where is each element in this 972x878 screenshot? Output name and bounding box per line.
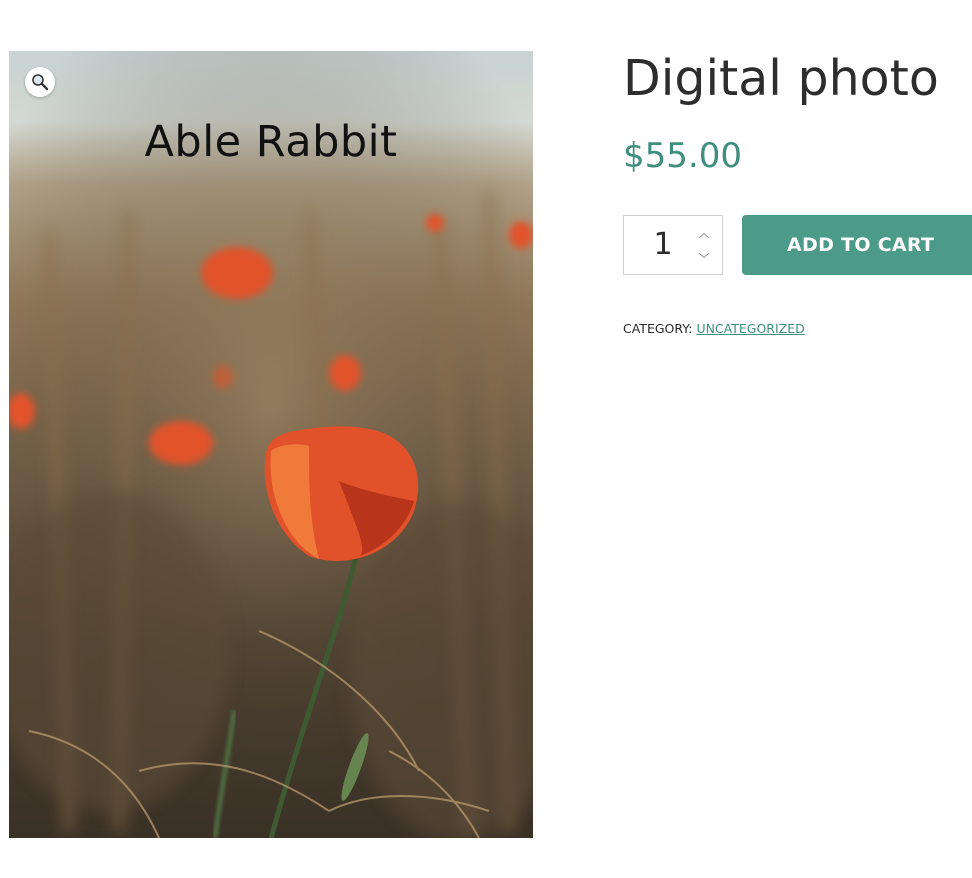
add-to-cart-form: ADD TO CART: [623, 215, 972, 275]
quantity-decrease-button[interactable]: [696, 248, 712, 262]
category-link[interactable]: UNCATEGORIZED: [696, 321, 804, 336]
product-image[interactable]: Able Rabbit: [9, 51, 533, 838]
quantity-stepper: [623, 215, 723, 275]
quantity-input[interactable]: [624, 216, 702, 274]
magnifier-icon: [32, 74, 49, 91]
poppy-photo: [9, 51, 533, 838]
chevron-up-icon: [698, 232, 710, 238]
product-price: $55.00: [623, 136, 742, 176]
add-to-cart-button[interactable]: ADD TO CART: [742, 215, 972, 275]
category-label: CATEGORY:: [623, 321, 693, 336]
zoom-button[interactable]: [25, 67, 55, 97]
product-meta: CATEGORY: UNCATEGORIZED: [623, 321, 805, 336]
product-title: Digital photo: [623, 50, 939, 107]
product-page: Able Rabbit Digital photo $55.00 1 ADD T…: [0, 0, 972, 878]
image-caption: Able Rabbit: [144, 117, 398, 167]
quantity-increase-button[interactable]: [696, 228, 712, 242]
chevron-down-icon: [698, 252, 710, 258]
